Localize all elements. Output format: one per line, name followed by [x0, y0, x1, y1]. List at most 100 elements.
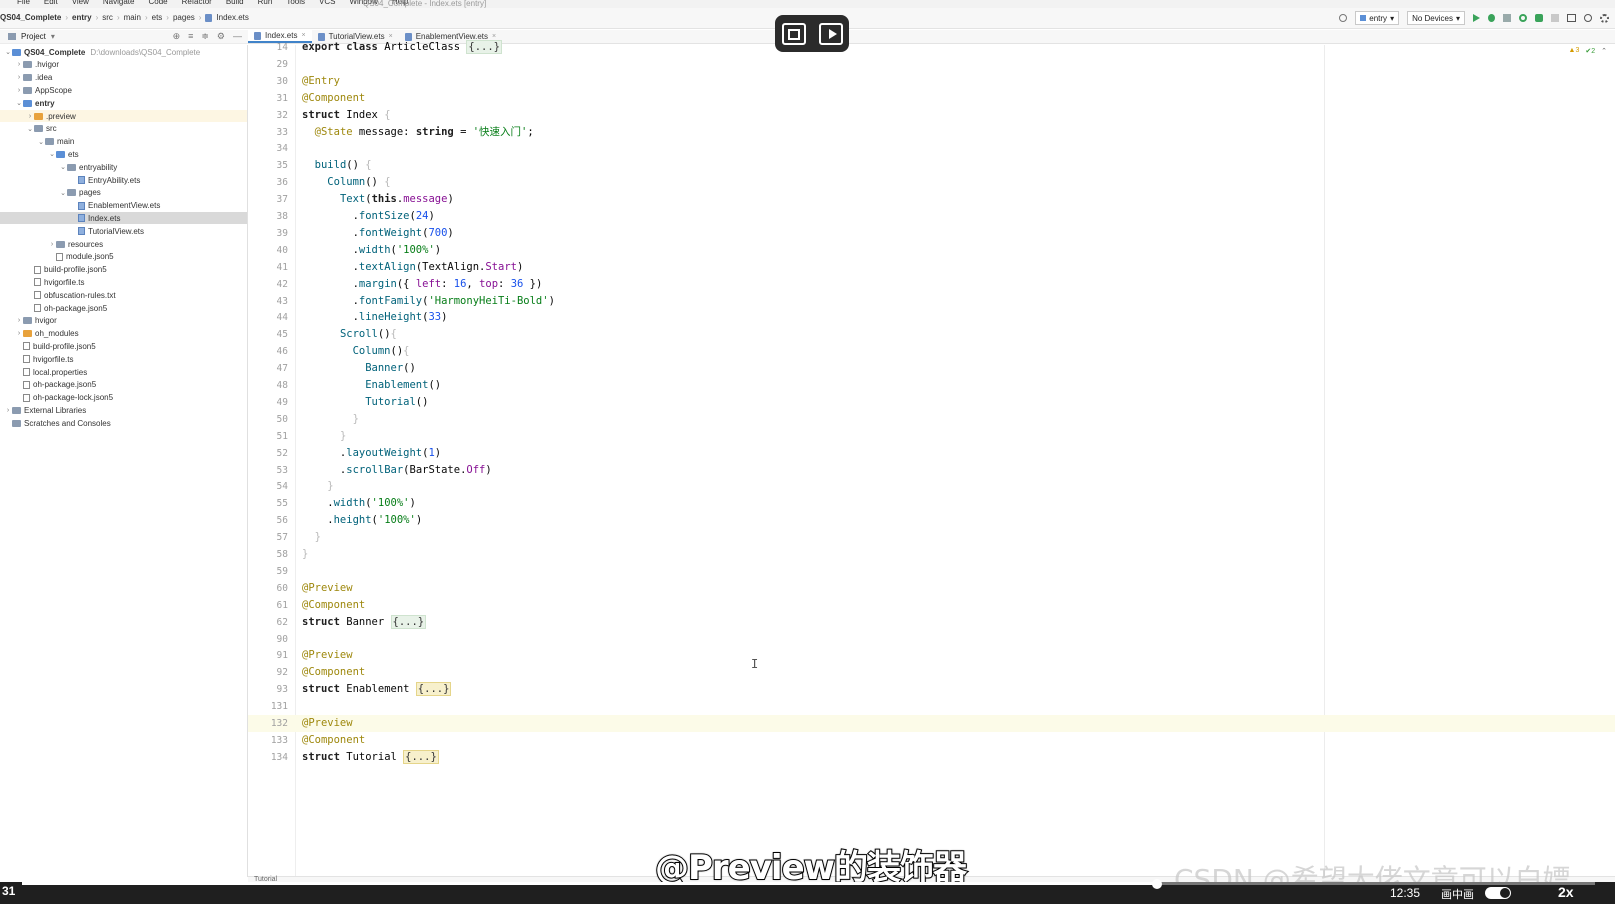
folder-icon — [12, 406, 21, 414]
gear-icon[interactable] — [1600, 13, 1609, 23]
code-text: .fontFamily('HarmonyHeiTi-Bold') — [302, 294, 555, 307]
tree-item[interactable]: › .idea — [0, 72, 247, 84]
tree-item[interactable]: ⌄ QS04_Complete D:\downloads\QS04_Complete — [0, 46, 247, 58]
close-icon[interactable]: × — [301, 32, 305, 39]
breadcrumb-item[interactable]: src — [102, 13, 113, 22]
tree-item[interactable]: › AppScope — [0, 84, 247, 96]
breadcrumb-item[interactable]: ets — [152, 13, 163, 22]
breadcrumb-item[interactable]: main — [124, 13, 141, 22]
chevron-right-icon[interactable]: › — [4, 407, 12, 414]
tree-item[interactable]: hvigorfile.ts — [0, 276, 247, 288]
device-manager-icon[interactable] — [1567, 14, 1576, 22]
tree-item[interactable]: › External Libraries — [0, 404, 247, 416]
menu-item-build[interactable]: Build — [226, 0, 244, 6]
breadcrumb-separator-icon: › — [116, 13, 120, 22]
debug-icon[interactable] — [1488, 14, 1495, 22]
tree-item[interactable]: › hvigor — [0, 315, 247, 327]
video-progress-played[interactable] — [22, 882, 1157, 885]
menu-item-code[interactable]: Code — [148, 0, 167, 6]
exit-fullscreen-icon[interactable] — [781, 22, 806, 45]
video-progress-track[interactable] — [1157, 882, 1595, 885]
menu-item-run[interactable]: Run — [258, 0, 273, 6]
menu-item-edit[interactable]: Edit — [44, 0, 58, 6]
tree-item[interactable]: ⌄ pages — [0, 187, 247, 199]
tree-item[interactable]: build-profile.json5 — [0, 264, 247, 276]
tree-item[interactable]: EntryAbility.ets — [0, 174, 247, 186]
device-select-value: No Devices — [1412, 13, 1453, 23]
chevron-down-icon[interactable]: ⌄ — [4, 48, 12, 56]
collapse-all-icon[interactable]: ≑ — [201, 31, 209, 42]
line-number: 90 — [276, 633, 288, 645]
tree-item[interactable]: TutorialView.ets — [0, 225, 247, 237]
video-play-icon[interactable] — [818, 22, 843, 45]
chevron-right-icon[interactable]: › — [48, 241, 56, 248]
tree-item[interactable]: Scratches and Consoles — [0, 417, 247, 429]
line-number: 32 — [276, 109, 288, 121]
gear-icon[interactable]: ⚙ — [217, 31, 225, 42]
breadcrumb-item[interactable]: pages — [173, 13, 195, 22]
chevron-right-icon[interactable]: › — [26, 113, 34, 120]
speed-button[interactable]: 2x — [1558, 884, 1574, 900]
chevron-down-icon[interactable]: ⌄ — [15, 99, 23, 107]
chevron-right-icon[interactable]: › — [15, 61, 23, 68]
rerun-icon[interactable] — [1519, 14, 1527, 22]
tree-item[interactable]: module.json5 — [0, 251, 247, 263]
tree-item[interactable]: › .hvigor — [0, 59, 247, 71]
chevron-down-icon[interactable]: ⌄ — [26, 125, 34, 133]
chevron-right-icon[interactable]: › — [15, 317, 23, 324]
tree-item[interactable]: ⌄ entry — [0, 97, 247, 109]
breadcrumb-item[interactable]: QS04_Complete — [0, 13, 61, 22]
tree-item[interactable]: oh-package.json5 — [0, 379, 247, 391]
project-panel-label[interactable]: Project — [21, 32, 46, 41]
pip-toggle[interactable] — [1485, 887, 1511, 899]
menu-item-file[interactable]: File — [17, 0, 30, 6]
code-line: 36 Column() { — [248, 174, 1615, 191]
breadcrumb-item[interactable]: entry — [72, 13, 92, 22]
tree-item[interactable]: ⌄ entryability — [0, 161, 247, 173]
locate-icon[interactable]: ⊕ — [173, 31, 181, 42]
target-icon[interactable] — [1339, 14, 1348, 22]
breadcrumb-item[interactable]: Index.ets — [216, 13, 248, 22]
tree-item[interactable]: oh-package.json5 — [0, 302, 247, 314]
module-select[interactable]: entry ▾ — [1355, 11, 1400, 25]
chevron-right-icon[interactable]: › — [15, 330, 23, 337]
menu-item-tools[interactable]: Tools — [286, 0, 305, 6]
code-line: 131 — [248, 698, 1615, 715]
code-editor[interactable]: ▲3 ✔2 ⌃ 14 export class ArticleClass {...… — [248, 40, 1615, 877]
tree-item[interactable]: oh-package-lock.json5 — [0, 392, 247, 404]
folder-icon — [34, 125, 43, 133]
menu-item-view[interactable]: View — [72, 0, 89, 6]
menu-item-navigate[interactable]: Navigate — [103, 0, 135, 6]
tree-item[interactable]: hvigorfile.ts — [0, 353, 247, 365]
video-progress-handle[interactable] — [1152, 879, 1162, 889]
chevron-down-icon[interactable]: ⌄ — [48, 150, 56, 158]
stop-icon[interactable] — [1551, 14, 1559, 22]
tree-item[interactable]: build-profile.json5 — [0, 340, 247, 352]
run-icon[interactable] — [1473, 14, 1480, 22]
tree-item[interactable]: › oh_modules — [0, 328, 247, 340]
chevron-down-icon[interactable]: ⌄ — [59, 163, 67, 171]
pip-button[interactable]: 画中画 — [1441, 886, 1474, 902]
device-select[interactable]: No Devices ▾ — [1407, 11, 1465, 25]
menu-item-vcs[interactable]: VCS — [319, 0, 335, 6]
tree-item[interactable]: ⌄ ets — [0, 148, 247, 160]
profile-icon[interactable] — [1503, 14, 1511, 22]
tree-item[interactable]: obfuscation-rules.txt — [0, 289, 247, 301]
chevron-down-icon[interactable]: ▾ — [51, 32, 55, 41]
chevron-right-icon[interactable]: › — [15, 87, 23, 94]
attach-debugger-icon[interactable] — [1535, 14, 1543, 22]
tree-item[interactable]: ⌄ main — [0, 136, 247, 148]
hide-icon[interactable]: — — [233, 31, 242, 42]
tree-item[interactable]: Index.ets — [0, 212, 247, 225]
chevron-down-icon[interactable]: ⌄ — [59, 189, 67, 197]
chevron-right-icon[interactable]: › — [15, 74, 23, 81]
tree-item[interactable]: local.properties — [0, 366, 247, 378]
tree-item[interactable]: ⌄ src — [0, 123, 247, 135]
tree-item[interactable]: › .preview — [0, 110, 247, 122]
expand-all-icon[interactable]: ≡ — [188, 31, 193, 42]
menu-item-refactor[interactable]: Refactor — [182, 0, 212, 6]
chevron-down-icon[interactable]: ⌄ — [37, 138, 45, 146]
tree-item[interactable]: EnablementView.ets — [0, 200, 247, 212]
search-everywhere-icon[interactable] — [1584, 14, 1592, 22]
tree-item[interactable]: › resources — [0, 238, 247, 250]
